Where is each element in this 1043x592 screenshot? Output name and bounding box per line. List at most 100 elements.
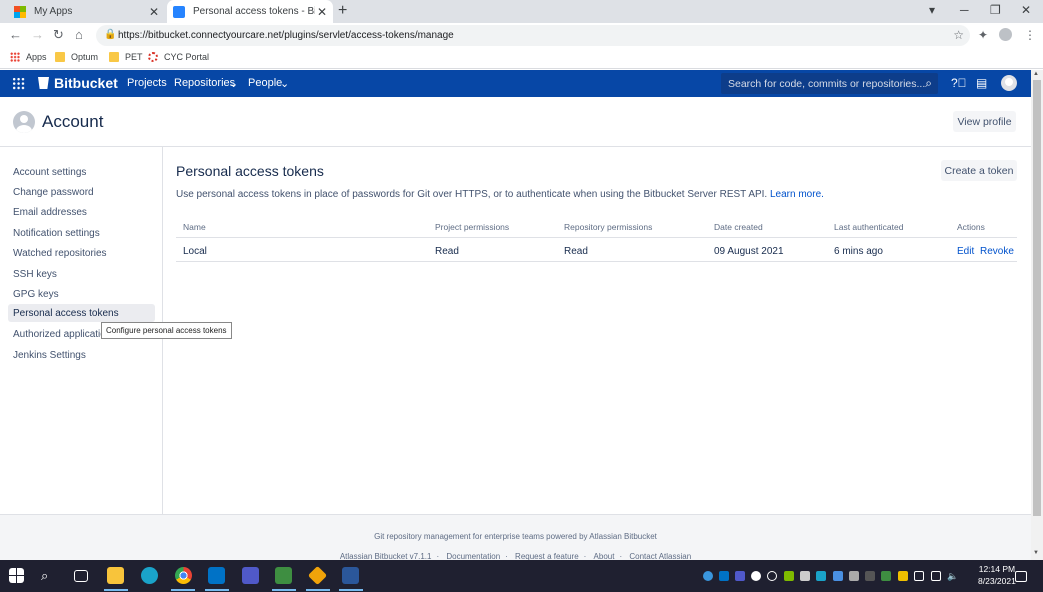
bookmark-label: CYC Portal	[164, 52, 210, 62]
sidebar-item-gpg-keys[interactable]: GPG keys	[8, 285, 155, 303]
tab-personal-access-tokens[interactable]: Personal access tokens - Bitbucket ✕	[167, 0, 333, 23]
outlook-icon[interactable]	[208, 567, 225, 584]
volume-icon[interactable]: 🔈	[947, 571, 958, 581]
active-indicator	[339, 589, 363, 591]
revoke-link[interactable]: Revoke	[980, 246, 1014, 257]
inbox-icon[interactable]: ▤	[976, 76, 987, 90]
outlook-tray-icon[interactable]	[719, 571, 729, 581]
nav-projects[interactable]: Projects	[127, 77, 167, 89]
user-avatar-icon[interactable]	[1001, 75, 1017, 91]
bitbucket-logo[interactable]: Bitbucket	[38, 75, 118, 91]
chevron-down-icon: ⌄	[229, 78, 239, 90]
scrollbar-thumb[interactable]	[1033, 80, 1041, 516]
app-switcher-icon[interactable]	[12, 77, 25, 90]
onedrive-icon[interactable]	[703, 571, 713, 581]
taskbar-clock[interactable]: 12:14 PM 8/23/2021	[978, 563, 1016, 587]
sidebar-item-watched-repositories[interactable]: Watched repositories	[8, 244, 155, 262]
app-tray-icon[interactable]	[800, 571, 810, 581]
section-title: Personal access tokens	[176, 163, 324, 179]
window-close-icon[interactable]: ✕	[1021, 3, 1031, 17]
word-icon[interactable]	[342, 567, 359, 584]
help-icon[interactable]: ?⃝	[951, 76, 967, 90]
sidebar-item-change-password[interactable]: Change password	[8, 183, 155, 201]
new-tab-button[interactable]: +	[338, 2, 347, 20]
reload-icon[interactable]: ↻	[53, 27, 64, 43]
view-profile-button[interactable]: View profile	[953, 111, 1016, 132]
tray-app-icon[interactable]	[849, 571, 859, 581]
bookmark-pet[interactable]: PET	[109, 52, 143, 62]
network-icon[interactable]	[931, 571, 941, 581]
apps-grid-icon	[10, 52, 20, 62]
file-explorer-icon[interactable]	[107, 567, 124, 584]
brand-name: Bitbucket	[54, 75, 118, 91]
folder-icon	[55, 52, 65, 62]
search-icon[interactable]: ⌕	[925, 76, 932, 91]
page-scrollbar[interactable]: ▲ ▼	[1031, 70, 1043, 560]
task-view-icon[interactable]	[74, 570, 88, 582]
minimize-icon[interactable]: ─	[960, 3, 969, 17]
learn-more-link[interactable]: Learn more.	[770, 189, 824, 200]
edit-link[interactable]: Edit	[957, 246, 974, 257]
restore-icon[interactable]: ❐	[990, 3, 1001, 17]
forward-icon[interactable]: →	[31, 27, 44, 42]
search-icon[interactable]: ⌕	[41, 568, 58, 585]
back-icon[interactable]: ←	[9, 27, 22, 42]
headset-icon[interactable]	[767, 571, 777, 581]
extensions-icon[interactable]: ✦	[978, 28, 988, 42]
description-text: Use personal access tokens in place of p…	[176, 189, 768, 200]
teams-icon[interactable]	[242, 567, 259, 584]
start-icon[interactable]	[9, 568, 24, 583]
nav-repositories[interactable]: Repositories	[174, 77, 235, 89]
chrome-icon[interactable]	[175, 567, 192, 584]
create-token-button[interactable]: Create a token	[941, 160, 1017, 181]
account-header: Account View profile	[0, 97, 1031, 147]
profile-icon[interactable]	[999, 28, 1012, 41]
security-icon[interactable]	[784, 571, 794, 581]
battery-icon[interactable]	[914, 571, 924, 581]
sidebar-item-email-addresses[interactable]: Email addresses	[8, 203, 155, 221]
home-icon[interactable]: ⌂	[75, 27, 83, 42]
close-icon[interactable]: ✕	[147, 5, 161, 19]
sidebar-item-jenkins-settings[interactable]: Jenkins Settings	[8, 346, 155, 364]
close-icon[interactable]: ✕	[315, 5, 329, 19]
scroll-down-icon[interactable]: ▼	[1033, 550, 1039, 556]
bookmark-cyc-portal[interactable]: CYC Portal	[148, 52, 209, 62]
search-input[interactable]: Search for code, commits or repositories…	[721, 73, 938, 94]
notifications-icon[interactable]	[1015, 571, 1027, 582]
sidebar-item-account-settings[interactable]: Account settings	[8, 163, 155, 181]
cyc-logo-icon	[148, 52, 158, 62]
notepad-plus-icon[interactable]	[275, 567, 292, 584]
vpn-icon[interactable]	[751, 571, 761, 581]
git-icon[interactable]	[307, 565, 328, 586]
active-indicator	[171, 589, 195, 591]
bookmark-apps[interactable]: Apps	[10, 52, 47, 62]
sidebar-item-ssh-keys[interactable]: SSH keys	[8, 265, 155, 283]
nav-people[interactable]: People	[248, 77, 282, 89]
edge-icon[interactable]	[141, 567, 158, 584]
sidebar-item-notification-settings[interactable]: Notification settings	[8, 224, 155, 242]
sidebar-item-personal-access-tokens[interactable]: Personal access tokens	[8, 304, 155, 322]
table-row-divider	[176, 261, 1017, 262]
bookmark-star-icon[interactable]: ☆	[953, 28, 964, 42]
page-footer: Git repository management for enterprise…	[0, 514, 1031, 561]
display-icon[interactable]	[833, 571, 843, 581]
menu-kebab-icon[interactable]: ⋮	[1024, 28, 1036, 42]
tray-app-icon[interactable]	[865, 571, 875, 581]
bookmark-label: PET	[125, 52, 143, 62]
column-header-date-created: Date created	[714, 222, 763, 232]
shield-icon[interactable]	[898, 571, 908, 581]
teams-tray-icon[interactable]	[735, 571, 745, 581]
defender-icon[interactable]	[816, 571, 826, 581]
address-bar[interactable]: 🔒 https://bitbucket.connectyourcare.net/…	[96, 25, 970, 46]
tab-search-icon[interactable]: ▾	[929, 3, 935, 17]
sidebar-item-authorized-applications[interactable]: Authorized applications	[8, 325, 101, 343]
active-indicator	[205, 589, 229, 591]
repository-permission: Read	[564, 246, 588, 257]
scroll-up-icon[interactable]: ▲	[1033, 71, 1039, 77]
column-header-project-permissions: Project permissions	[435, 222, 510, 232]
tab-my-apps[interactable]: My Apps ✕	[8, 0, 165, 23]
column-header-actions: Actions	[957, 222, 985, 232]
bookmark-optum[interactable]: Optum	[55, 52, 98, 62]
tray-app-icon[interactable]	[881, 571, 891, 581]
column-header-repository-permissions: Repository permissions	[564, 222, 653, 232]
